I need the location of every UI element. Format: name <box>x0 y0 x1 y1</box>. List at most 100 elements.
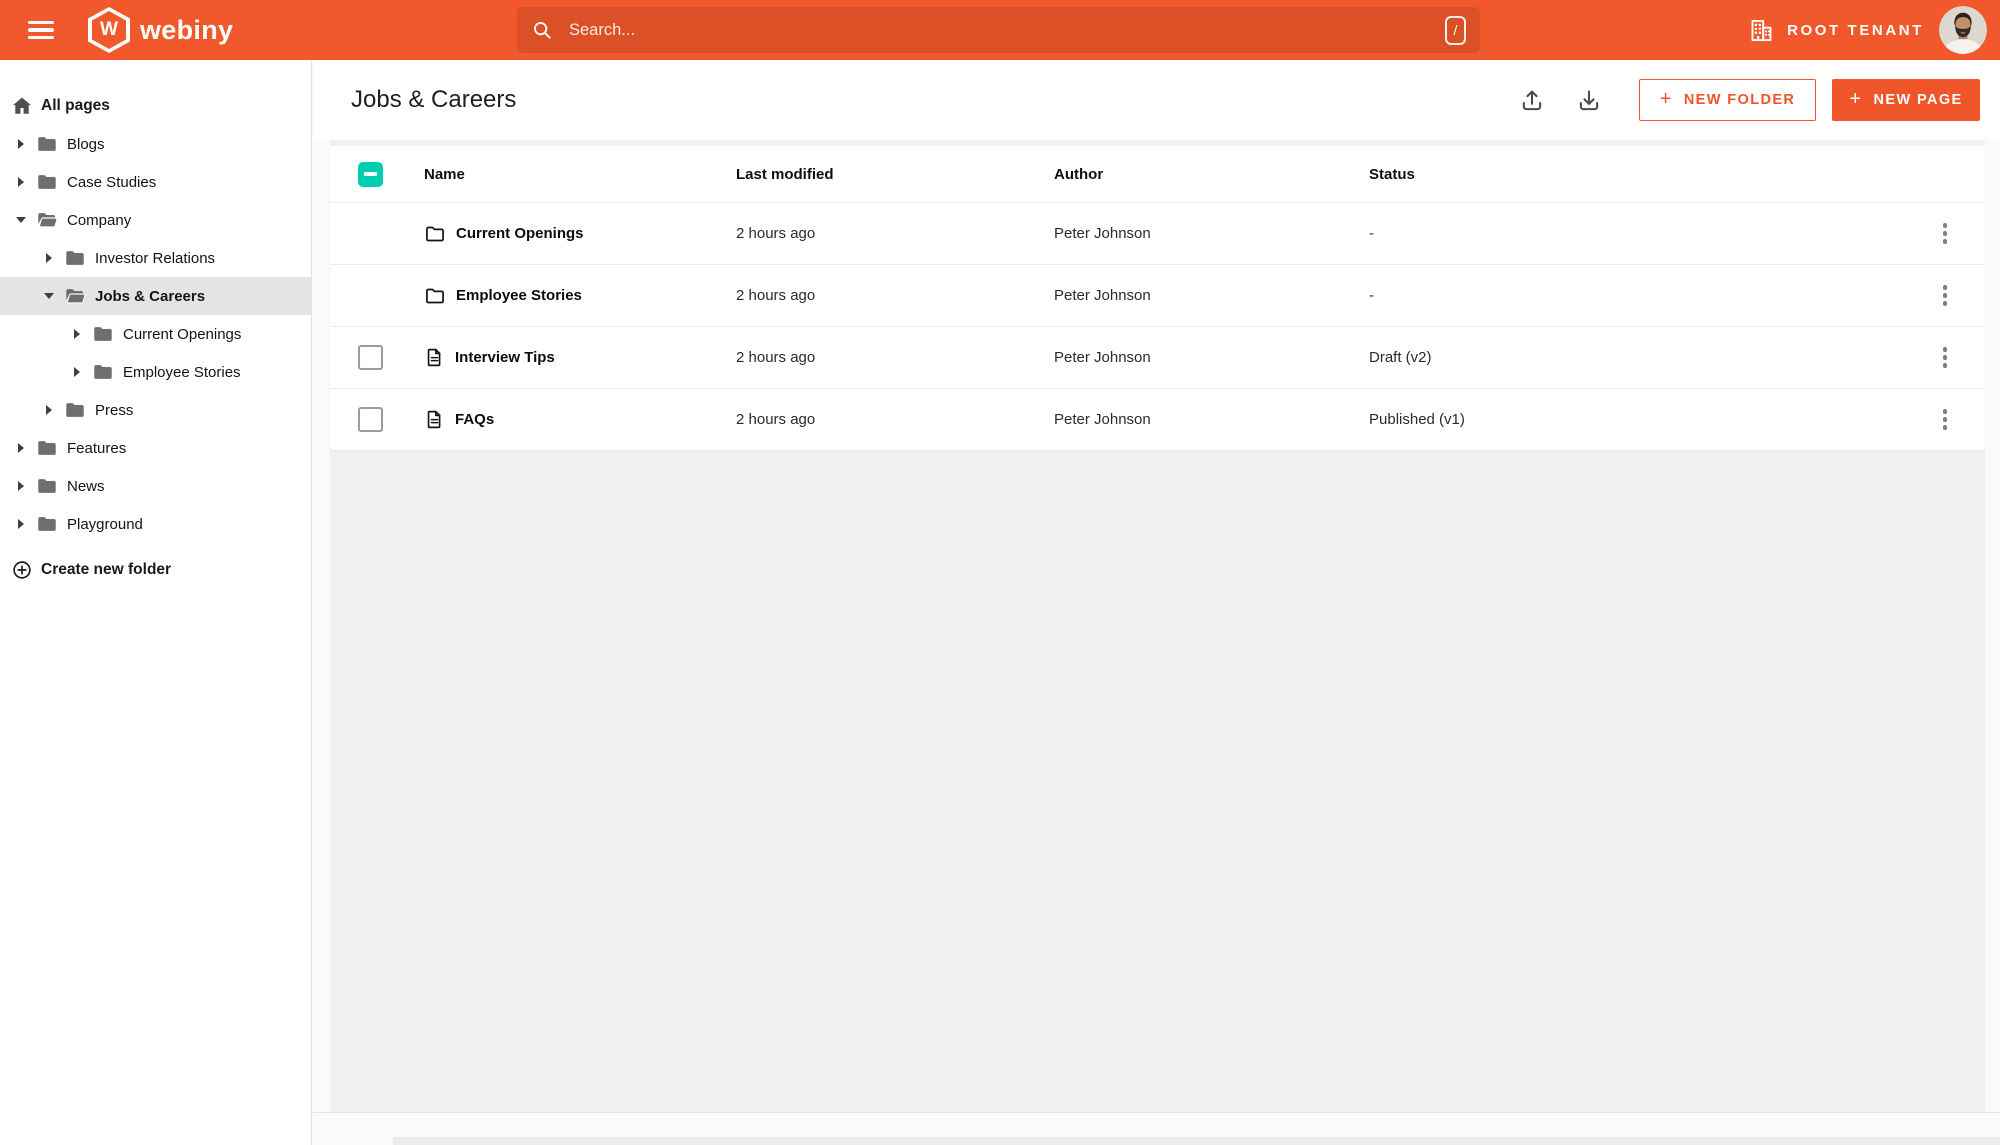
search-bar[interactable]: / <box>517 7 1480 53</box>
brand-name: webiny <box>140 14 234 45</box>
tenant-label: ROOT TENANT <box>1787 21 1924 39</box>
chevron-right-icon[interactable] <box>14 177 28 187</box>
chevron-right-icon[interactable] <box>14 481 28 491</box>
row-name[interactable]: Employee Stories <box>456 287 582 304</box>
row-name[interactable]: FAQs <box>455 411 494 428</box>
sidebar-item-investor-relations[interactable]: Investor Relations <box>0 239 311 277</box>
download-icon[interactable] <box>1576 87 1602 113</box>
table-row[interactable]: Current Openings 2 hours ago Peter Johns… <box>330 202 1985 264</box>
sidebar-item-label: Jobs & Careers <box>95 287 206 305</box>
hamburger-menu-icon[interactable] <box>28 17 54 43</box>
page-icon <box>424 347 445 368</box>
horizontal-scrollbar <box>313 1112 2000 1145</box>
tenant-building-icon <box>1751 19 1772 41</box>
row-last-modified: 2 hours ago <box>736 411 816 428</box>
create-folder-label: Create new folder <box>41 561 172 578</box>
row-checkbox[interactable] <box>358 407 383 432</box>
sidebar-item-blogs[interactable]: Blogs <box>0 125 311 163</box>
table-body: Current Openings 2 hours ago Peter Johns… <box>330 202 1985 450</box>
column-header-name: Name <box>424 165 465 183</box>
sidebar-item-features[interactable]: Features <box>0 429 311 467</box>
chevron-down-icon[interactable] <box>42 293 56 299</box>
chevron-right-icon[interactable] <box>70 367 84 377</box>
table-row[interactable]: Employee Stories 2 hours ago Peter Johns… <box>330 264 1985 326</box>
sidebar-item-jobs-careers[interactable]: Jobs & Careers <box>0 277 311 315</box>
sidebar-item-press[interactable]: Press <box>0 391 311 429</box>
row-last-modified: 2 hours ago <box>736 349 816 366</box>
folder-icon <box>36 171 58 193</box>
select-all-checkbox[interactable] <box>358 161 383 187</box>
folder-icon <box>64 399 86 421</box>
folder-icon <box>36 513 58 535</box>
folder-open-icon <box>64 285 86 307</box>
row-status: Published (v1) <box>1369 411 1465 428</box>
sidebar: All pages Blogs Case Studies Company Inv… <box>0 60 312 1145</box>
table-row[interactable]: FAQs 2 hours ago Peter Johnson Published… <box>330 388 1985 450</box>
create-folder-plus-icon <box>13 561 31 579</box>
kebab-menu-icon[interactable] <box>1933 338 1958 377</box>
search-input[interactable] <box>567 19 1445 41</box>
chevron-right-icon[interactable] <box>14 139 28 149</box>
content-header: Jobs & Careers + NEW FOLDER + NEW PAGE <box>313 60 2000 140</box>
sidebar-item-label: Investor Relations <box>95 249 216 267</box>
row-status: - <box>1369 225 1374 242</box>
kebab-menu-icon[interactable] <box>1933 214 1958 253</box>
sidebar-item-news[interactable]: News <box>0 467 311 505</box>
folder-outline-icon <box>424 223 446 245</box>
scrollbar-thumb[interactable] <box>393 1137 2000 1145</box>
sidebar-item-employee-stories[interactable]: Employee Stories <box>0 353 311 391</box>
folder-icon <box>36 475 58 497</box>
row-author: Peter Johnson <box>1054 411 1151 428</box>
sidebar-item-label: Current Openings <box>123 325 242 343</box>
row-author: Peter Johnson <box>1054 225 1151 242</box>
sidebar-item-company[interactable]: Company <box>0 201 311 239</box>
row-author: Peter Johnson <box>1054 349 1151 366</box>
row-status: - <box>1369 287 1374 304</box>
chevron-right-icon[interactable] <box>70 329 84 339</box>
folder-open-icon <box>36 209 58 231</box>
chevron-right-icon[interactable] <box>42 405 56 415</box>
row-author: Peter Johnson <box>1054 287 1151 304</box>
sidebar-item-current-openings[interactable]: Current Openings <box>0 315 311 353</box>
plus-icon: + <box>1659 87 1673 110</box>
new-folder-button[interactable]: + NEW FOLDER <box>1639 79 1816 121</box>
row-last-modified: 2 hours ago <box>736 225 816 242</box>
row-name[interactable]: Interview Tips <box>455 349 555 366</box>
chevron-right-icon[interactable] <box>14 519 28 529</box>
sidebar-item-label: Features <box>67 439 127 457</box>
tenant-selector[interactable]: ROOT TENANT <box>1748 0 1924 60</box>
column-header-last-modified: Last modified <box>736 165 834 183</box>
row-name[interactable]: Current Openings <box>456 225 584 242</box>
chevron-down-icon[interactable] <box>14 217 28 223</box>
webiny-logo: W webiny <box>88 7 233 53</box>
folder-icon <box>36 437 58 459</box>
kebab-menu-icon[interactable] <box>1933 400 1958 439</box>
column-header-author: Author <box>1054 165 1104 183</box>
sidebar-item-label: Playground <box>67 515 143 533</box>
sidebar-item-case-studies[interactable]: Case Studies <box>0 163 311 201</box>
sidebar-tree: Blogs Case Studies Company Investor Rela… <box>0 125 311 543</box>
create-new-folder-button[interactable]: Create new folder <box>0 552 311 588</box>
sidebar-item-playground[interactable]: Playground <box>0 505 311 543</box>
sidebar-item-label: Press <box>95 401 134 419</box>
row-checkbox[interactable] <box>358 345 383 370</box>
sidebar-item-label: Company <box>67 211 132 229</box>
sidebar-item-label: Blogs <box>67 135 105 153</box>
chevron-right-icon[interactable] <box>14 443 28 453</box>
table-row[interactable]: Interview Tips 2 hours ago Peter Johnson… <box>330 326 1985 388</box>
sidebar-item-all-pages[interactable]: All pages <box>0 87 311 125</box>
chevron-right-icon[interactable] <box>42 253 56 263</box>
kebab-menu-icon[interactable] <box>1933 276 1958 315</box>
folder-icon <box>36 133 58 155</box>
sidebar-item-label: Employee Stories <box>123 363 241 381</box>
sidebar-item-label: All pages <box>41 97 110 114</box>
home-icon <box>13 97 31 114</box>
upload-icon[interactable] <box>1519 87 1545 113</box>
folder-outline-icon <box>424 285 446 307</box>
user-avatar[interactable] <box>1939 6 1987 54</box>
new-page-button[interactable]: + NEW PAGE <box>1832 79 1980 121</box>
main-area: Jobs & Careers + NEW FOLDER + NEW PAGE N… <box>313 60 2000 1145</box>
page-title: Jobs & Careers <box>351 86 517 113</box>
row-status: Draft (v2) <box>1369 349 1432 366</box>
plus-icon: + <box>1849 87 1863 110</box>
